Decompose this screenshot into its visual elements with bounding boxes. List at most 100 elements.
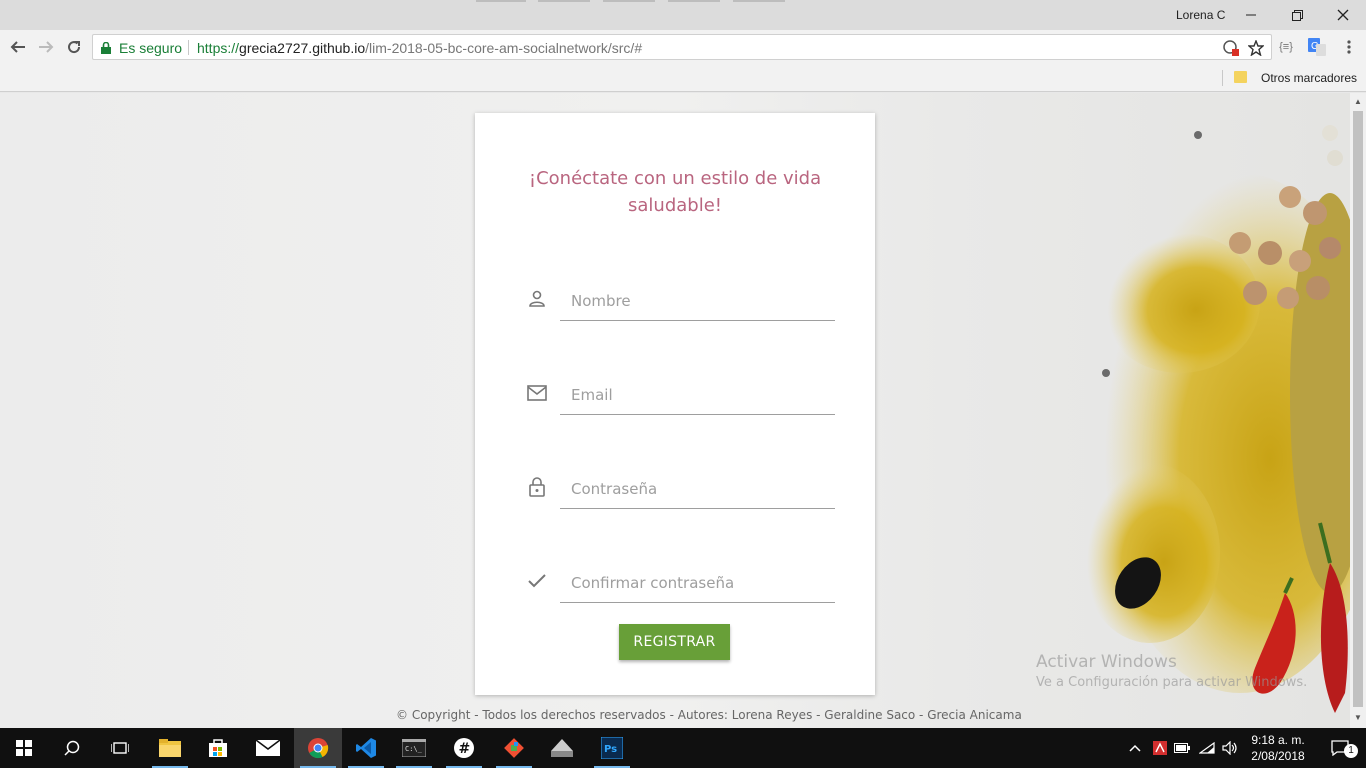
divider	[1222, 70, 1223, 86]
register-heading: ¡Conéctate con un estilo de vida saludab…	[528, 168, 822, 216]
chrome-icon	[308, 738, 329, 759]
action-center-button[interactable]: 1	[1320, 728, 1360, 768]
battery-icon[interactable]	[1172, 728, 1192, 768]
notification-count-badge: 1	[1344, 744, 1358, 758]
store-app[interactable]	[194, 728, 242, 768]
slack-app[interactable]: #	[440, 728, 488, 768]
pdf-tray-icon[interactable]	[1150, 728, 1170, 768]
name-input[interactable]	[560, 281, 835, 321]
close-button[interactable]	[1320, 2, 1366, 28]
terminal-icon: C:\_	[402, 739, 426, 757]
taskbar-clock[interactable]: 9:18 a. m. 2/08/2018	[1244, 732, 1312, 764]
search-icon	[64, 740, 80, 756]
git-icon	[504, 738, 524, 758]
tab-strip-hint	[668, 0, 720, 2]
search-button[interactable]	[48, 728, 96, 768]
chevron-up-icon	[1129, 744, 1141, 752]
copyright-symbol: ©	[396, 708, 408, 722]
restore-button[interactable]	[1274, 2, 1320, 28]
task-view-icon	[111, 742, 129, 754]
git-app[interactable]	[490, 728, 538, 768]
task-view-button[interactable]	[96, 728, 144, 768]
windows-logo-icon	[16, 740, 32, 756]
check-icon	[525, 569, 549, 593]
vertical-scrollbar[interactable]: ▲ ▼	[1350, 93, 1366, 728]
mail-icon	[256, 740, 280, 756]
divider	[188, 40, 189, 55]
register-card: ¡Conéctate con un estilo de vida saludab…	[475, 113, 875, 695]
tab-strip-hint	[538, 0, 590, 2]
mail-icon	[525, 381, 549, 405]
clock-date: 2/08/2018	[1251, 749, 1305, 763]
reload-button[interactable]	[62, 36, 86, 58]
blocked-content-icon[interactable]	[1221, 38, 1241, 58]
spices-background-image	[1080, 125, 1350, 713]
windows-activation-watermark: Activar Windows Ve a Configuración para …	[1036, 652, 1307, 690]
slack-icon: #	[454, 738, 474, 758]
watermark-title: Activar Windows	[1036, 652, 1177, 672]
password-field	[525, 461, 835, 511]
file-explorer-app[interactable]	[146, 728, 194, 768]
windows-taskbar: C:\_ # Ps 9:18 a. m. 2/08/2018 1	[0, 728, 1366, 768]
arrow-right-icon	[39, 41, 54, 53]
app-pinned[interactable]	[538, 728, 586, 768]
url-text[interactable]: https://grecia2727.github.io/lim-2018-05…	[197, 40, 642, 56]
wifi-icon[interactable]	[1197, 728, 1217, 768]
lock-icon	[525, 475, 549, 499]
scroll-thumb[interactable]	[1353, 111, 1363, 707]
register-button[interactable]: REGISTRAR	[619, 624, 730, 660]
vscode-icon	[356, 738, 376, 758]
watermark-subtitle: Ve a Configuración para activar Windows.	[1036, 675, 1308, 690]
photoshop-app[interactable]: Ps	[588, 728, 636, 768]
forward-button[interactable]	[34, 36, 58, 58]
volume-icon[interactable]	[1220, 728, 1240, 768]
name-field	[525, 273, 835, 323]
translate-icon[interactable]: G	[1306, 36, 1328, 58]
svg-text:#: #	[459, 741, 471, 757]
url-scheme: https://	[197, 40, 240, 56]
footer: © Copyright - Todos los derechos reserva…	[396, 708, 1022, 722]
footer-text: Copyright - Todos los derechos reservado…	[411, 708, 1022, 722]
other-bookmarks[interactable]: Otros marcadores	[1261, 71, 1357, 85]
tab-strip-hint	[733, 0, 785, 2]
email-input[interactable]	[560, 375, 835, 415]
json-extension-icon[interactable]: {≡}	[1275, 36, 1297, 58]
lock-icon[interactable]	[101, 41, 111, 59]
confirm-password-input[interactable]	[560, 563, 835, 603]
address-bar[interactable]: Es seguro https://grecia2727.github.io/l…	[92, 34, 1272, 60]
bookmarks-bar: Otros marcadores	[0, 64, 1366, 92]
terminal-app[interactable]: C:\_	[390, 728, 438, 768]
scroll-up-icon[interactable]: ▲	[1353, 97, 1363, 107]
store-icon	[209, 739, 227, 757]
menu-icon[interactable]	[1338, 36, 1360, 58]
photoshop-icon: Ps	[601, 737, 623, 759]
folder-icon[interactable]	[1234, 71, 1247, 83]
folder-icon	[159, 739, 181, 757]
app-icon	[551, 739, 573, 757]
scroll-down-icon[interactable]: ▼	[1353, 713, 1363, 723]
start-button[interactable]	[0, 728, 48, 768]
page-viewport: ¡Conéctate con un estilo de vida saludab…	[0, 93, 1350, 728]
vscode-app[interactable]	[342, 728, 390, 768]
confirm-password-field	[525, 555, 835, 605]
email-field	[525, 367, 835, 417]
svg-text:C:\_: C:\_	[405, 745, 423, 753]
show-hidden-icons-button[interactable]	[1126, 728, 1144, 768]
url-host: grecia2727.github.io	[239, 40, 366, 56]
back-button[interactable]	[6, 36, 30, 58]
svg-text:Ps: Ps	[604, 744, 617, 755]
star-icon[interactable]	[1246, 38, 1266, 58]
browser-title-bar: Lorena C	[0, 0, 1366, 30]
chrome-app[interactable]	[294, 728, 342, 768]
clock-time: 9:18 a. m.	[1251, 733, 1305, 747]
reload-icon	[68, 41, 81, 54]
profile-name[interactable]: Lorena C	[1176, 8, 1225, 22]
minimize-button[interactable]	[1228, 2, 1274, 28]
url-path: /lim-2018-05-bc-core-am-socialnetwork/sr…	[365, 40, 643, 56]
mail-app[interactable]	[244, 728, 292, 768]
browser-toolbar: Es seguro https://grecia2727.github.io/l…	[0, 30, 1366, 64]
person-icon	[525, 287, 549, 311]
secure-label[interactable]: Es seguro	[119, 40, 182, 56]
password-input[interactable]	[560, 469, 835, 509]
arrow-left-icon	[10, 41, 25, 53]
